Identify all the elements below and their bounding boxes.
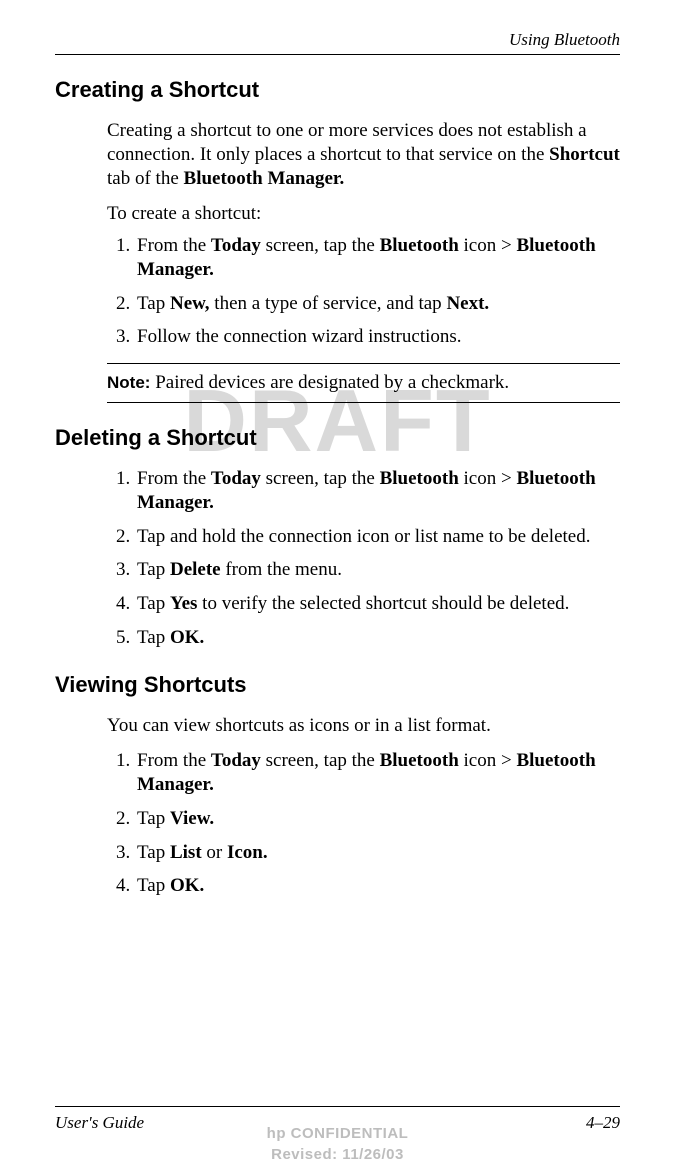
heading-viewing-shortcuts: Viewing Shortcuts [55,672,620,698]
bold-text: OK. [170,627,204,648]
list-item: Tap and hold the connection icon or list… [135,525,620,549]
list-item: Tap Delete from the menu. [135,558,620,582]
creating-lead: To create a shortcut: [107,202,620,226]
text: then a type of service, and tap [210,293,447,314]
footer-confidential-block: hp CONFIDENTIAL Revised: 11/26/03 [0,1123,675,1165]
text: screen, tap the [261,235,380,256]
bold-text: Icon. [227,842,268,863]
footer-revised: Revised: 11/26/03 [0,1144,675,1165]
text: icon > [459,468,517,489]
list-item: From the Today screen, tap the Bluetooth… [135,467,620,515]
note-text: Note: Paired devices are designated by a… [107,364,620,402]
bold-text: OK. [170,875,204,896]
text: icon > [459,750,517,771]
creating-steps-list: From the Today screen, tap the Bluetooth… [107,234,620,349]
list-item: Tap Yes to verify the selected shortcut … [135,592,620,616]
text: Tap [137,627,170,648]
list-item: Tap List or Icon. [135,841,620,865]
text: Paired devices are designated by a check… [150,372,509,393]
list-item: Tap OK. [135,626,620,650]
bold-text: Delete [170,559,221,580]
heading-creating-shortcut: Creating a Shortcut [55,77,620,103]
text: screen, tap the [261,750,380,771]
viewing-intro: You can view shortcuts as icons or in a … [107,714,620,738]
list-item: From the Today screen, tap the Bluetooth… [135,234,620,282]
bold-text: Bluetooth Manager. [184,168,345,189]
heading-deleting-shortcut: Deleting a Shortcut [55,425,620,451]
text: Tap [137,842,170,863]
running-header: Using Bluetooth [55,30,620,50]
text: icon > [459,235,517,256]
text: Tap [137,875,170,896]
note-label: Note: [107,373,150,392]
text: Tap [137,808,170,829]
bold-text: Bluetooth [380,468,459,489]
text: from the menu. [221,559,342,580]
list-item: Tap New, then a type of service, and tap… [135,292,620,316]
bold-text: View. [170,808,214,829]
text: to verify the selected shortcut should b… [197,593,569,614]
text: tab of the [107,168,184,189]
list-item: From the Today screen, tap the Bluetooth… [135,749,620,797]
text: From the [137,235,211,256]
bold-text: Bluetooth [380,235,459,256]
bold-text: List [170,842,202,863]
bold-text: Today [211,750,261,771]
note-rule-bottom [107,402,620,403]
list-item: Tap View. [135,807,620,831]
bold-text: Today [211,235,261,256]
text: Tap [137,293,170,314]
text: From the [137,468,211,489]
footer-confidential: hp CONFIDENTIAL [0,1123,675,1144]
bold-text: Next. [446,293,489,314]
bold-text: Today [211,468,261,489]
bold-text: Yes [170,593,197,614]
text: Tap [137,559,170,580]
deleting-steps-list: From the Today screen, tap the Bluetooth… [107,467,620,650]
text: Creating a shortcut to one or more servi… [107,120,587,165]
bold-text: New, [170,293,210,314]
text: or [202,842,227,863]
list-item: Tap OK. [135,874,620,898]
footer-rule [55,1106,620,1107]
text: Tap [137,593,170,614]
text: From the [137,750,211,771]
note-block: Note: Paired devices are designated by a… [107,363,620,403]
page-content: Creating a Shortcut Creating a shortcut … [55,77,620,898]
header-rule [55,54,620,55]
bold-text: Bluetooth [380,750,459,771]
creating-intro-paragraph: Creating a shortcut to one or more servi… [107,119,620,190]
viewing-steps-list: From the Today screen, tap the Bluetooth… [107,749,620,898]
bold-text: Shortcut [549,144,620,165]
list-item: Follow the connection wizard instruction… [135,325,620,349]
text: screen, tap the [261,468,380,489]
